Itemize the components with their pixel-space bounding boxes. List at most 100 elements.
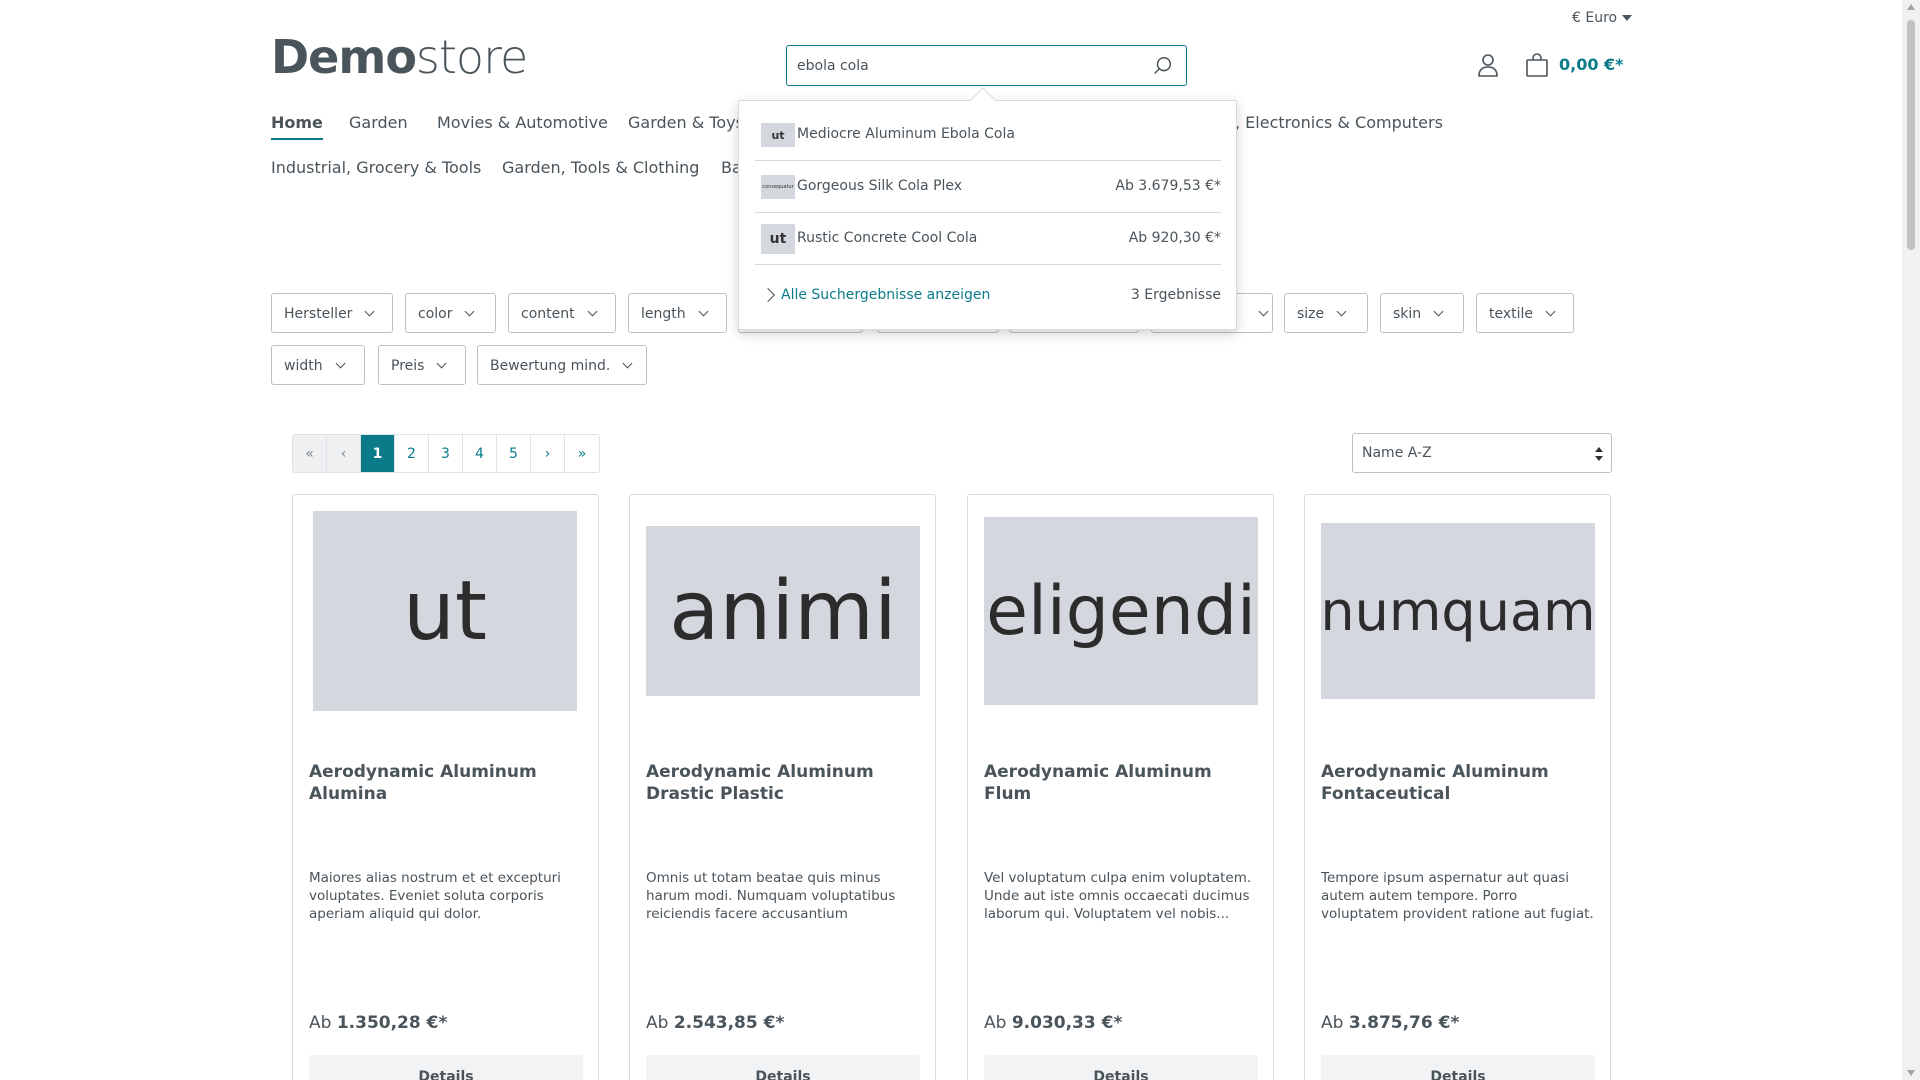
pagination-last-button[interactable]: » bbox=[565, 435, 599, 472]
search-icon[interactable] bbox=[1152, 55, 1174, 77]
product-image[interactable]: eligendi bbox=[984, 517, 1258, 705]
store-logo[interactable]: Demostore bbox=[271, 34, 528, 80]
filter-label: skin bbox=[1393, 306, 1422, 322]
product-name[interactable]: Aerodynamic Aluminum Flum bbox=[984, 761, 1254, 805]
filter-label: textile bbox=[1489, 306, 1534, 322]
product-price: Ab 1.350,28 €* bbox=[309, 1013, 447, 1033]
scroll-up-arrow-icon[interactable] bbox=[1907, 4, 1915, 10]
details-button[interactable]: Details bbox=[1321, 1055, 1595, 1080]
chevron-down-icon bbox=[437, 358, 447, 369]
filter-width[interactable]: width bbox=[271, 345, 365, 385]
cart-total[interactable]: 0,00 €* bbox=[1559, 55, 1624, 74]
details-button[interactable]: Details bbox=[309, 1055, 583, 1080]
details-button[interactable]: Details bbox=[646, 1055, 920, 1080]
filter-label: color bbox=[418, 306, 453, 322]
search-suggest-dropdown: ut Mediocre Aluminum Ebola Cola consequa… bbox=[738, 100, 1237, 330]
filter-preis[interactable]: Preis bbox=[378, 345, 466, 385]
pagination-page-5[interactable]: 5 bbox=[497, 435, 531, 472]
price-prefix: Ab bbox=[984, 1013, 1012, 1033]
details-button[interactable]: Details bbox=[984, 1055, 1258, 1080]
chevron-down-icon bbox=[365, 306, 375, 317]
product-image[interactable]: ut bbox=[313, 511, 577, 711]
sort-selected-value: Name A-Z bbox=[1362, 445, 1432, 461]
filter-label: size bbox=[1297, 306, 1325, 322]
price-value: 2.543,85 €* bbox=[673, 1013, 785, 1033]
filter-content[interactable]: content bbox=[508, 293, 616, 333]
search-input[interactable] bbox=[797, 56, 1137, 76]
filter-label: content bbox=[521, 306, 575, 322]
suggest-thumbnail: ut bbox=[761, 123, 795, 147]
product-card[interactable]: ut Aerodynamic Aluminum Alumina Maiores … bbox=[292, 494, 599, 1080]
price-value: 3.875,76 €* bbox=[1348, 1013, 1460, 1033]
product-name[interactable]: Aerodynamic Aluminum Drastic Plastic bbox=[646, 761, 916, 805]
product-image[interactable]: animi bbox=[646, 526, 920, 696]
chevron-down-icon bbox=[465, 306, 475, 317]
product-price: Ab 9.030,33 €* bbox=[984, 1013, 1122, 1033]
nav-item-garden-toys[interactable]: Garden & Toys bbox=[628, 113, 744, 132]
product-name[interactable]: Aerodynamic Aluminum Alumina bbox=[309, 761, 579, 805]
suggest-item[interactable]: consequatur Gorgeous Silk Cola Plex Ab 3… bbox=[755, 161, 1221, 213]
results-count: 3 Ergebnisse bbox=[1130, 287, 1221, 303]
product-card[interactable]: numquam Aerodynamic Aluminum Fontaceutic… bbox=[1304, 494, 1611, 1080]
page-scrollbar[interactable] bbox=[1902, 0, 1920, 1080]
pagination-next-button[interactable]: › bbox=[531, 435, 565, 472]
filter-color[interactable]: color bbox=[405, 293, 496, 333]
pagination: « ‹ 1 2 3 4 5 › » bbox=[292, 434, 600, 473]
currency-dropdown[interactable]: € Euro bbox=[1572, 10, 1633, 26]
chevron-down-icon bbox=[587, 306, 598, 317]
product-price: Ab 2.543,85 €* bbox=[646, 1013, 784, 1033]
pagination-first-button[interactable]: « bbox=[293, 435, 327, 472]
currency-label: € Euro bbox=[1572, 10, 1618, 26]
chevron-right-icon bbox=[760, 287, 776, 303]
nav-item-garden[interactable]: Garden bbox=[349, 113, 408, 132]
sort-select[interactable]: Name A-Z bbox=[1352, 433, 1612, 473]
product-name[interactable]: Aerodynamic Aluminum Fontaceutical bbox=[1321, 761, 1591, 805]
chevron-down-icon bbox=[1433, 306, 1444, 317]
filter-size[interactable]: size bbox=[1284, 293, 1368, 333]
logo-light-text: store bbox=[415, 30, 528, 84]
product-price: Ab 3.875,76 €* bbox=[1321, 1013, 1459, 1033]
pagination-page-1[interactable]: 1 bbox=[361, 435, 395, 472]
filter-label: Bewertung mind. bbox=[490, 358, 611, 374]
suggest-item[interactable]: ut Rustic Concrete Cool Cola Ab 920,30 €… bbox=[755, 213, 1221, 265]
price-value: 9.030,33 €* bbox=[1011, 1013, 1123, 1033]
product-image[interactable]: numquam bbox=[1321, 523, 1595, 699]
product-description: Omnis ut totam beatae quis minus harum m… bbox=[646, 870, 896, 922]
filter-hersteller[interactable]: Hersteller bbox=[271, 293, 393, 333]
search-box bbox=[786, 45, 1187, 86]
scroll-thumb[interactable] bbox=[1907, 20, 1915, 250]
price-prefix: Ab bbox=[1321, 1013, 1349, 1033]
nav-item-home[interactable]: Home bbox=[271, 113, 323, 140]
pagination-page-2[interactable]: 2 bbox=[395, 435, 429, 472]
scroll-down-arrow-icon[interactable] bbox=[1907, 1070, 1915, 1076]
filter-textile[interactable]: textile bbox=[1476, 293, 1574, 333]
caret-down-icon bbox=[1622, 15, 1633, 21]
product-card[interactable]: animi Aerodynamic Aluminum Drastic Plast… bbox=[629, 494, 936, 1080]
pagination-page-4[interactable]: 4 bbox=[463, 435, 497, 472]
nav-item-industrial-grocery-tools[interactable]: Industrial, Grocery & Tools bbox=[271, 158, 481, 177]
price-value: 1.350,28 €* bbox=[336, 1013, 448, 1033]
account-icon[interactable] bbox=[1477, 53, 1499, 77]
pagination-prev-button[interactable]: ‹ bbox=[327, 435, 361, 472]
suggest-item[interactable]: ut Mediocre Aluminum Ebola Cola bbox=[755, 109, 1221, 161]
filter-label: Hersteller bbox=[284, 306, 353, 322]
filter-skin[interactable]: skin bbox=[1380, 293, 1464, 333]
chevron-down-icon bbox=[698, 306, 709, 317]
nav-item-movies-automotive[interactable]: Movies & Automotive bbox=[437, 113, 608, 132]
suggest-item-price: Ab 3.679,53 €* bbox=[1115, 178, 1221, 194]
suggest-all-results[interactable]: Alle Suchergebnisse anzeigen 3 Ergebniss… bbox=[755, 286, 1221, 316]
filter-length[interactable]: length bbox=[628, 293, 727, 333]
filter-bewertung[interactable]: Bewertung mind. bbox=[477, 345, 647, 385]
all-results-link[interactable]: Alle Suchergebnisse anzeigen bbox=[781, 287, 990, 303]
chevron-down-icon bbox=[1258, 306, 1269, 317]
pagination-page-3[interactable]: 3 bbox=[429, 435, 463, 472]
suggest-item-name: Mediocre Aluminum Ebola Cola bbox=[797, 126, 1015, 142]
product-card[interactable]: eligendi Aerodynamic Aluminum Flum Vel v… bbox=[967, 494, 1274, 1080]
nav-item-electronics-computers[interactable]: , Electronics & Computers bbox=[1235, 113, 1443, 132]
sort-arrows-icon bbox=[1595, 447, 1603, 461]
product-description: Tempore ipsum aspernatur aut quasi autem… bbox=[1321, 870, 1594, 922]
nav-item-garden-tools-clothing[interactable]: Garden, Tools & Clothing bbox=[502, 158, 699, 177]
suggest-thumbnail: consequatur bbox=[761, 175, 795, 199]
logo-bold-text: Demo bbox=[271, 30, 417, 84]
cart-icon[interactable] bbox=[1525, 53, 1549, 77]
